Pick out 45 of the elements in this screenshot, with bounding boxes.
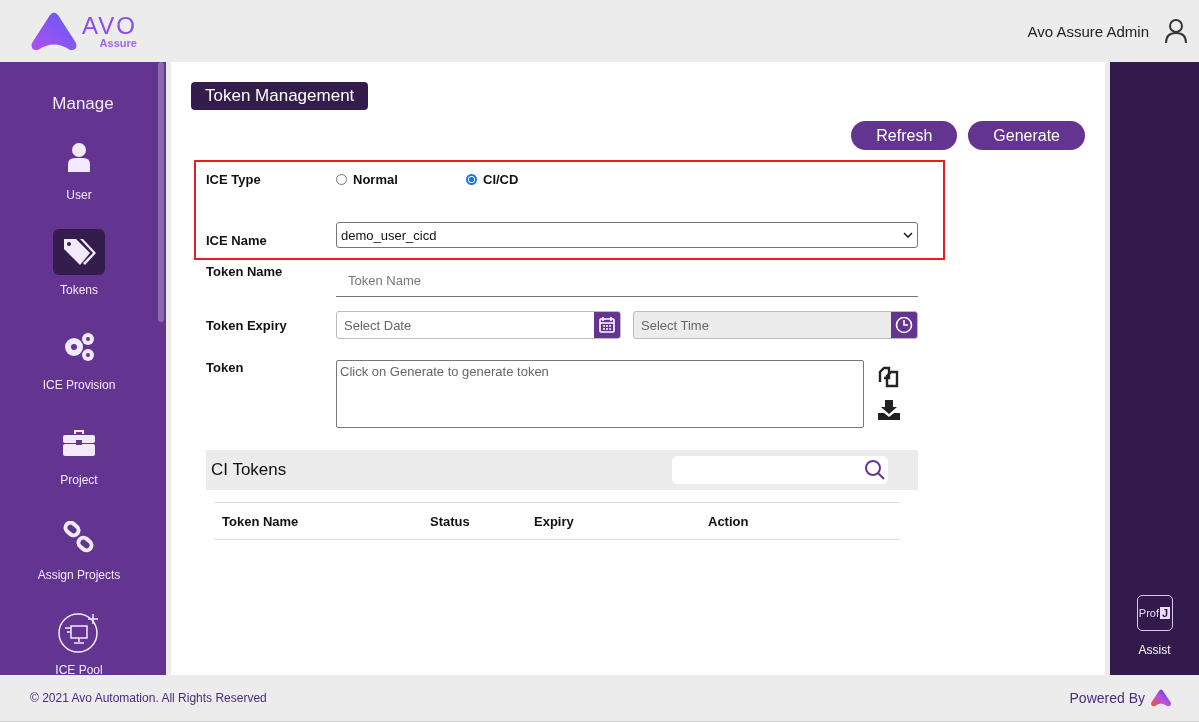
field-label: ICE Name <box>206 233 268 248</box>
field-label: Token <box>206 360 245 375</box>
page-title: Token Management <box>191 82 369 110</box>
column-header: Expiry <box>534 513 575 529</box>
chevron-down-icon <box>903 232 913 238</box>
ice-name-dropdown[interactable]: demo_user_cicd <box>336 222 918 248</box>
column-header: Status <box>430 513 471 529</box>
search-field[interactable] <box>672 456 888 484</box>
field-label: ICE Type <box>206 171 262 187</box>
copyright-text: © 2021 Avo Automation. All Rights Reserved <box>30 691 267 705</box>
assist-logo[interactable]: Prof J <box>1136 595 1173 631</box>
token-textarea[interactable]: Click on Generate to generate token <box>336 360 864 428</box>
column-header: Token Name <box>222 513 300 529</box>
search-icon[interactable] <box>864 459 886 481</box>
sidebar-item[interactable]: User <box>53 134 105 202</box>
logo-icon <box>30 11 78 51</box>
sidebar-item[interactable]: Tokens <box>53 229 105 297</box>
logo-icon <box>1151 689 1171 707</box>
tag-icon <box>53 229 105 275</box>
copy-icon[interactable] <box>878 366 900 388</box>
scrollbar[interactable] <box>158 62 164 322</box>
sidebar-item[interactable]: Assign Projects <box>37 514 121 582</box>
column-header: Action <box>708 513 750 529</box>
user-icon[interactable] <box>1165 19 1187 43</box>
token-name-field[interactable]: Token Name <box>336 264 918 297</box>
sidebar-item[interactable]: ICE Provision <box>42 324 116 392</box>
field-label: Token Expiry <box>206 317 288 333</box>
radio-button[interactable] <box>466 173 477 185</box>
assist-label: Assist <box>1138 643 1171 657</box>
download-icon[interactable] <box>878 400 900 420</box>
sidebar-item[interactable]: Project <box>53 419 105 487</box>
radio-option[interactable]: CI/CD <box>466 171 596 187</box>
powered-by-text: Powered By <box>1069 690 1145 706</box>
logo-text: AVO <box>82 13 137 38</box>
user-name: Avo Assure Admin <box>1027 22 1149 40</box>
radio-option[interactable]: Normal <box>336 171 466 187</box>
field-label: Token Name <box>206 264 284 279</box>
action-button[interactable]: Refresh <box>851 121 958 150</box>
date-field[interactable]: Select Date <box>336 311 621 339</box>
calendar-icon[interactable] <box>598 316 616 334</box>
section-title: CI Tokens <box>211 460 287 480</box>
logo-subtext: Assure <box>99 37 137 49</box>
sidebar-item[interactable]: ICE Pool <box>53 609 105 675</box>
action-button[interactable]: Generate <box>968 121 1085 150</box>
sidebar-title: Manage <box>51 93 115 115</box>
